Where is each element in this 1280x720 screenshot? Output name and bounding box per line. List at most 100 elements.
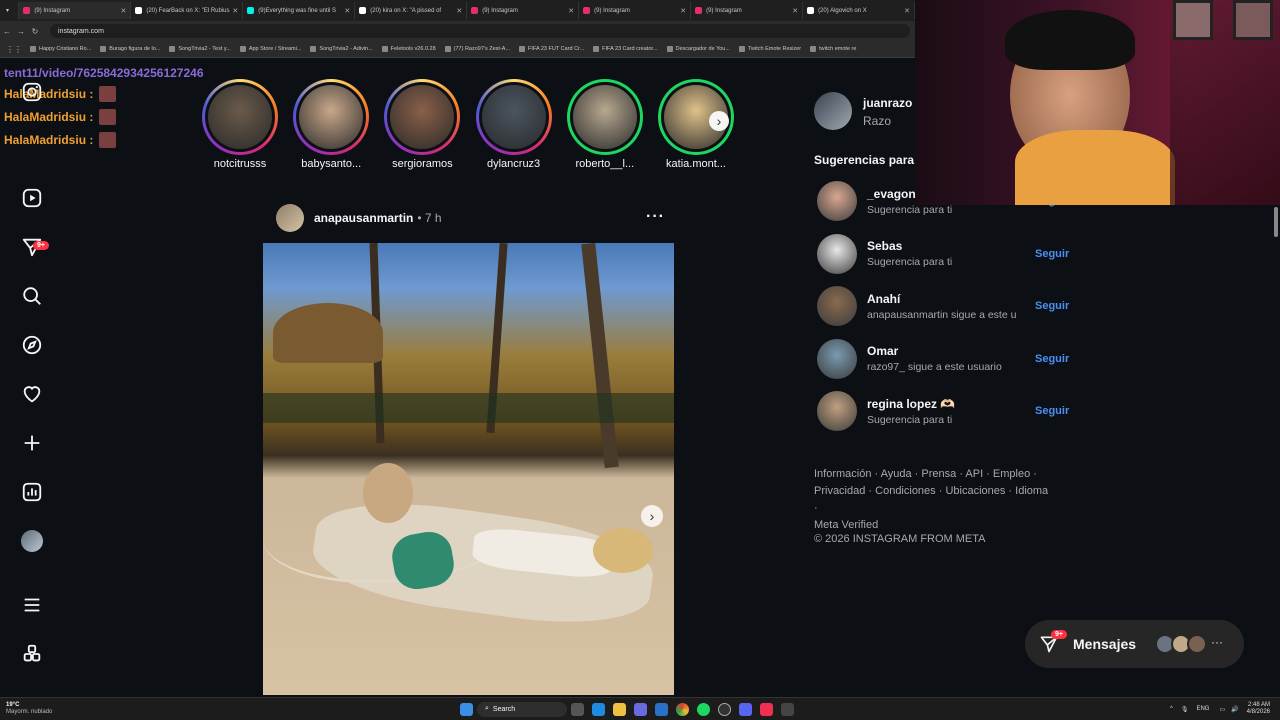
spotify-icon[interactable] xyxy=(697,702,710,716)
reload-icon[interactable]: ↻ xyxy=(28,27,42,36)
bookmark-item[interactable]: Descargador de You... xyxy=(666,46,730,52)
close-icon[interactable]: ✕ xyxy=(568,7,574,15)
create-icon[interactable] xyxy=(21,432,43,454)
bookmark-icon xyxy=(30,46,36,52)
suggestion-avatar[interactable] xyxy=(817,181,857,221)
close-icon[interactable]: ✕ xyxy=(680,7,686,15)
obs-icon[interactable] xyxy=(718,702,731,716)
bookmarks-bar: ⋮⋮ Happy Cristiano Ro... Burago figura de… xyxy=(0,41,915,58)
reels-icon[interactable] xyxy=(21,187,43,209)
edge-icon[interactable] xyxy=(592,702,605,716)
bookmark-item[interactable]: SongTrivia2 - Test y... xyxy=(169,46,231,52)
browser-tab[interactable]: (9) Instagram ✕ xyxy=(579,2,692,19)
browser-tab[interactable]: (9) Instagram ✕ xyxy=(19,2,132,19)
follow-button[interactable]: Seguir xyxy=(1035,300,1069,312)
story-item[interactable]: notcitrusss xyxy=(202,79,278,170)
apps-icon[interactable]: ⋮⋮ xyxy=(6,45,22,54)
search-icon[interactable] xyxy=(21,285,43,307)
bookmark-item[interactable]: (77) Razo97's Zest-A... xyxy=(444,46,510,52)
instagram-logo-icon[interactable] xyxy=(21,81,43,103)
bookmark-item[interactable]: App Store / Streami... xyxy=(239,46,301,52)
browser-tab[interactable]: ▾ xyxy=(4,2,20,19)
mic-icon[interactable]: 🎙 xyxy=(1181,706,1189,713)
bookmark-item[interactable]: twitch emote re xyxy=(810,46,856,52)
back-icon[interactable]: ← xyxy=(0,27,14,36)
explorer-icon[interactable] xyxy=(613,702,626,716)
task-view-icon[interactable] xyxy=(571,702,584,716)
chrome-icon[interactable] xyxy=(676,702,689,716)
story-item[interactable]: dylancruz3 xyxy=(475,79,552,170)
profile-avatar[interactable] xyxy=(21,530,43,552)
music-icon[interactable] xyxy=(760,702,773,716)
bookmark-item[interactable]: Twitch Emote Resizer xyxy=(738,46,801,52)
account-avatar[interactable] xyxy=(814,92,852,130)
suggestion-avatar[interactable] xyxy=(817,233,857,274)
suggestion-avatar[interactable] xyxy=(817,338,857,379)
footer-links-line[interactable]: Información · Ayuda · Prensa · API · Emp… xyxy=(814,466,1054,483)
language-indicator[interactable]: ENG xyxy=(1196,706,1209,712)
browser-tab[interactable]: (20) kira on X: "A pissed of ✕ xyxy=(355,2,468,19)
story-item[interactable]: sergioramos xyxy=(384,79,461,170)
stories-next-icon[interactable]: › xyxy=(709,111,729,131)
discord-icon[interactable] xyxy=(739,702,752,716)
account-username[interactable]: juanrazo xyxy=(863,96,912,110)
suggestion-item: Omar razo97_ sigue a este usuario Seguir xyxy=(817,338,1077,379)
address-bar[interactable]: instagram.com xyxy=(50,24,910,38)
browser-tab[interactable]: (20) Algovich on X ✕ xyxy=(803,2,916,19)
weather-widget[interactable]: 19°C Mayorm. nublado xyxy=(6,702,66,716)
bookmark-label: FIFA 23 FUT Card Cr... xyxy=(528,46,585,52)
footer-links-line[interactable]: Privacidad · Condiciones · Ubicaciones ·… xyxy=(814,483,1054,517)
story-item[interactable]: roberto__l... xyxy=(566,79,643,170)
heart-icon[interactable] xyxy=(21,383,43,405)
page-scrollbar[interactable] xyxy=(1272,205,1280,697)
close-icon[interactable]: ✕ xyxy=(232,7,238,15)
volume-icon[interactable]: 🔊 xyxy=(1231,706,1238,713)
explore-icon[interactable] xyxy=(21,334,43,356)
suggestion-name[interactable]: regina lopez 🫶🏻 xyxy=(867,397,1027,411)
suggestion-avatar[interactable] xyxy=(817,286,857,326)
menu-icon[interactable] xyxy=(21,594,43,616)
suggestion-avatar[interactable] xyxy=(817,391,857,431)
bookmark-item[interactable]: SongTrivia2 - Adivin... xyxy=(310,46,373,52)
close-icon[interactable]: ✕ xyxy=(904,7,910,15)
dashboard-icon[interactable] xyxy=(21,481,43,503)
forward-icon[interactable]: → xyxy=(14,27,28,36)
suggestion-name[interactable]: Anahí xyxy=(867,292,1027,306)
tab-menu-icon[interactable]: ▾ xyxy=(6,7,9,14)
browser-tab[interactable]: (9) Instagram ✕ xyxy=(691,2,804,19)
bookmark-item[interactable]: Burago figura de lo... xyxy=(100,46,160,52)
taskbar-search[interactable]: ⌕ Search xyxy=(477,701,567,717)
bookmark-item[interactable]: FIFA 23 Card creator... xyxy=(593,46,658,52)
store-icon[interactable] xyxy=(634,702,647,716)
bookmark-item[interactable]: Happy Cristiano Ro... xyxy=(30,46,91,52)
post-author-name[interactable]: anapausanmartin xyxy=(314,211,413,225)
follow-button[interactable]: Seguir xyxy=(1035,248,1069,260)
windows-start-icon[interactable] xyxy=(460,702,473,716)
clock[interactable]: 2:48 AM 4/8/2026 xyxy=(1247,702,1270,716)
post-image[interactable]: › xyxy=(263,243,674,695)
close-icon[interactable]: ✕ xyxy=(456,7,462,15)
follow-button[interactable]: Seguir xyxy=(1035,353,1069,365)
post-options-icon[interactable]: ··· xyxy=(646,208,665,226)
post-author-avatar[interactable] xyxy=(276,204,304,232)
story-item[interactable]: babysanto... xyxy=(293,79,370,170)
tray-chevron-icon[interactable]: ^ xyxy=(1170,706,1173,712)
browser-tab[interactable]: (9) Instagram ✕ xyxy=(467,2,580,19)
close-icon[interactable]: ✕ xyxy=(344,7,350,15)
network-icon[interactable]: ▭ xyxy=(1219,706,1225,713)
suggestion-name[interactable]: Omar xyxy=(867,344,1027,358)
follow-button[interactable]: Seguir xyxy=(1035,405,1069,417)
browser-tab[interactable]: (20) FearBack on X: "El Rubius ✕ xyxy=(131,2,244,19)
close-icon[interactable]: ✕ xyxy=(120,7,126,15)
suggestion-name[interactable]: Sebas xyxy=(867,239,1027,253)
more-apps-icon[interactable] xyxy=(21,643,43,665)
post-time: • 7 h xyxy=(417,211,442,225)
messages-button[interactable]: 9+ Mensajes ··· xyxy=(1025,620,1244,668)
browser-tab[interactable]: (9)Everything was fine until S ✕ xyxy=(243,2,356,19)
app-icon[interactable] xyxy=(781,702,794,716)
bookmark-item[interactable]: FIFA 23 FUT Card Cr... xyxy=(519,46,584,52)
close-icon[interactable]: ✕ xyxy=(792,7,798,15)
mail-icon[interactable] xyxy=(655,702,668,716)
bookmark-item[interactable]: Feletools v26.0.28 xyxy=(381,46,436,52)
carousel-next-icon[interactable]: › xyxy=(641,505,663,527)
